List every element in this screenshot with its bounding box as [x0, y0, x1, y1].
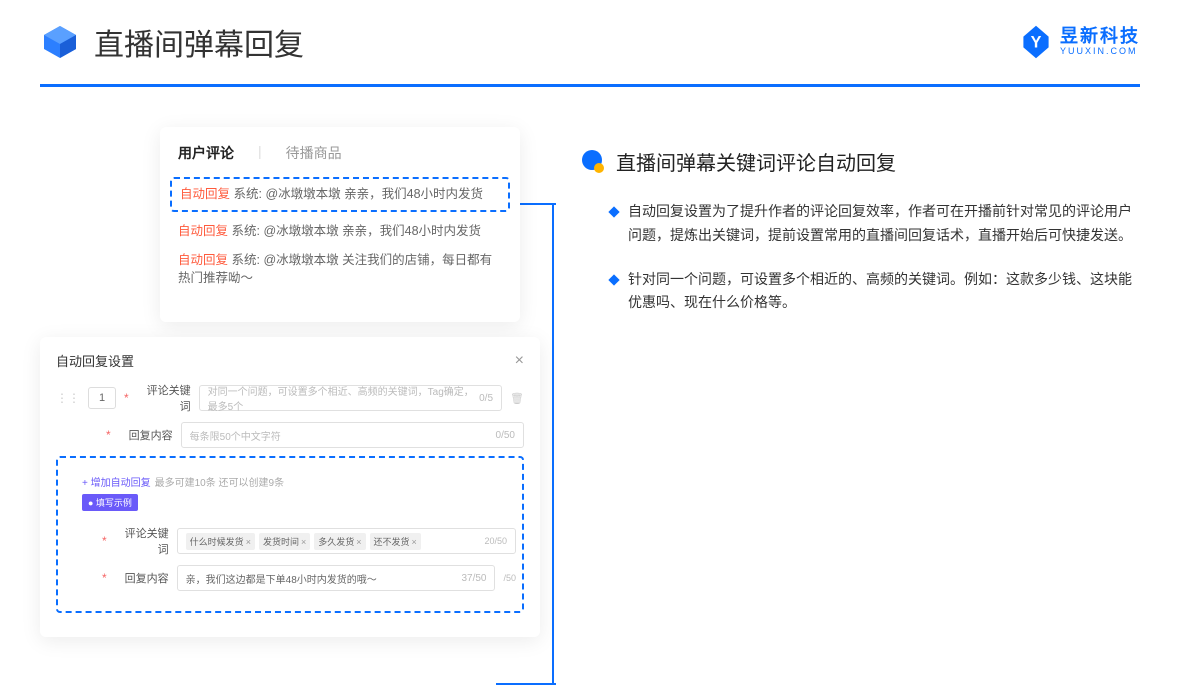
brand-icon: Y [1018, 24, 1054, 60]
reply-label: 回复内容 [119, 427, 173, 443]
tab-pending-products[interactable]: 待播商品 [286, 143, 342, 163]
description-column: 直播间弹幕关键词评论自动回复 自动回复设置为了提升作者的评论回复效率，作者可在开… [580, 127, 1140, 587]
order-number: 1 [88, 387, 116, 409]
comment-line-3: 自动回复 系统: @冰墩墩本墩 关注我们的店铺，每日都有热门推荐呦～ [178, 251, 502, 289]
page-header: 直播间弹幕回复 [0, 0, 1180, 74]
settings-panel: 自动回复设置 × ⋮⋮ 1 * 评论关键词 对同一个问题，可设置多个相近、高频的… [40, 337, 540, 637]
brand-domain: YUUXIN.COM [1060, 47, 1140, 57]
auto-reply-badge: 自动回复 [180, 187, 230, 201]
comment-line-2: 自动回复 系统: @冰墩墩本墩 亲亲，我们48小时内发货 [178, 222, 502, 241]
svg-text:Y: Y [1031, 33, 1042, 51]
diamond-icon [608, 206, 619, 217]
reply-input[interactable]: 每条限50个中文字符 0/50 [181, 422, 524, 448]
section-title: 直播间弹幕关键词评论自动回复 [616, 147, 896, 176]
example-reply-input[interactable]: 亲，我们这边都是下单48小时内发货的哦～ 37/50 [177, 565, 496, 591]
diamond-icon [608, 274, 619, 285]
close-icon[interactable]: × [515, 352, 524, 370]
bullet-2: 针对同一个问题，可设置多个相近的、高频的关键词。例如：这款多少钱、这块能优惠吗、… [610, 268, 1140, 316]
page-title: 直播间弹幕回复 [94, 20, 304, 64]
tab-user-comments[interactable]: 用户评论 [178, 143, 234, 163]
brand-logo: Y 昱新科技 YUUXIN.COM [1018, 24, 1140, 60]
comments-card: 用户评论 | 待播商品 自动回复 系统: @冰墩墩本墩 亲亲，我们48小时内发货… [160, 127, 520, 322]
example-keyword-input[interactable]: 什么时候发货 发货时间 多久发货 还不发货 20/50 [177, 528, 516, 554]
keyword-row: ⋮⋮ 1 * 评论关键词 对同一个问题，可设置多个相近、高频的关键词，Tag确定… [56, 382, 524, 414]
screenshot-mockups: 用户评论 | 待播商品 自动回复 系统: @冰墩墩本墩 亲亲，我们48小时内发货… [40, 127, 540, 587]
brand-name: 昱新科技 [1060, 27, 1140, 47]
reply-row: * 回复内容 每条限50个中文字符 0/50 [56, 422, 524, 448]
example-block: + 增加自动回复最多可建10条 还可以创建9条 ● 填写示例 * 评论关键词 什… [56, 456, 524, 613]
keyword-input[interactable]: 对同一个问题，可设置多个相近、高频的关键词，Tag确定，最多5个 0/5 [199, 385, 502, 411]
highlighted-comment: 自动回复 系统: @冰墩墩本墩 亲亲，我们48小时内发货 [170, 177, 510, 212]
panel-title-text: 自动回复设置 [56, 351, 134, 370]
bullet-1: 自动回复设置为了提升作者的评论回复效率，作者可在开播前针对常见的评论用户问题，提… [610, 200, 1140, 248]
drag-icon[interactable]: ⋮⋮ [56, 391, 80, 405]
add-auto-reply-link[interactable]: + 增加自动回复最多可建10条 还可以创建9条 [82, 474, 516, 489]
chat-bubble-icon [580, 149, 606, 175]
card-tabs: 用户评论 | 待播商品 [178, 143, 502, 163]
cube-icon [40, 22, 80, 62]
keyword-label: 评论关键词 [137, 382, 191, 414]
trash-icon[interactable]: 🗑 [510, 392, 524, 405]
example-badge: ● 填写示例 [82, 494, 138, 511]
